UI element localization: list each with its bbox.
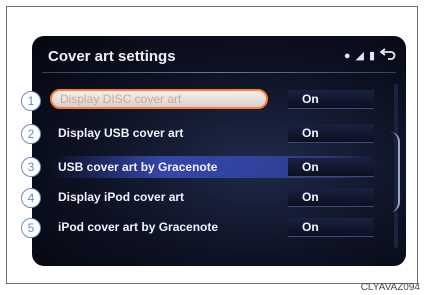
battery-icon: ▮ (368, 49, 375, 62)
scrollbar-thumb[interactable] (390, 132, 400, 212)
signal-icon: ◢ (355, 49, 364, 62)
display-screen: Cover art settings ● ◢ ▮ Display DISC co… (32, 36, 406, 266)
callout-number: 5 (21, 218, 41, 238)
row-value-button[interactable]: On (288, 123, 374, 143)
row-value-button[interactable]: On (288, 217, 374, 237)
callout-number: 2 (21, 124, 41, 144)
settings-row-disc-cover-art[interactable]: Display DISC cover art On (50, 88, 376, 110)
callout-number: 4 (21, 188, 41, 208)
settings-row-ipod-cover-art[interactable]: Display iPod cover art On (50, 186, 376, 208)
callout-number: 3 (21, 157, 41, 177)
status-area: ● ◢ ▮ (344, 46, 396, 66)
callout-number: 1 (21, 91, 41, 111)
row-value-button[interactable]: On (288, 157, 374, 177)
settings-row-usb-cover-art[interactable]: Display USB cover art On (50, 122, 376, 144)
settings-row-ipod-gracenote[interactable]: iPod cover art by Gracenote On (50, 216, 376, 238)
figure-code: CLYAVAZ094 (360, 282, 420, 293)
back-arrow-icon[interactable] (379, 47, 396, 66)
page-title: Cover art settings (48, 48, 176, 65)
row-label: Display DISC cover art (50, 89, 268, 109)
row-label: Display USB cover art (58, 126, 184, 140)
bluetooth-icon: ● (343, 49, 351, 62)
row-value-button[interactable]: On (288, 89, 374, 109)
title-divider (42, 72, 396, 73)
row-label: Display iPod cover art (58, 190, 185, 204)
row-label: iPod cover art by Gracenote (58, 220, 219, 234)
row-value-button[interactable]: On (288, 187, 374, 207)
settings-row-usb-gracenote[interactable]: USB cover art by Gracenote On (50, 156, 376, 178)
row-label: USB cover art by Gracenote (58, 160, 218, 174)
